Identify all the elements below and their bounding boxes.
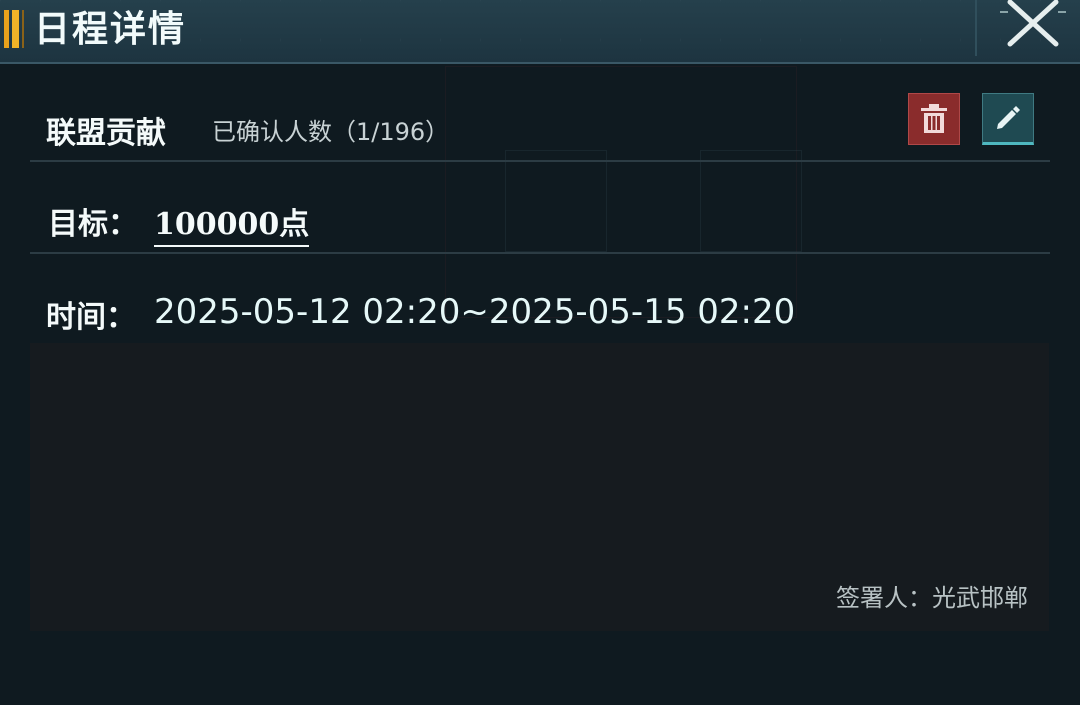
- signer-label: 签署人：光武邯郸: [836, 584, 1028, 612]
- header-accent: [4, 10, 24, 48]
- background-decoration: [505, 150, 607, 252]
- background-decoration: [700, 150, 802, 252]
- target-label: 目标：: [48, 207, 138, 242]
- pencil-icon: [997, 106, 1020, 129]
- delete-button[interactable]: [908, 93, 960, 145]
- confirmed-count: 已确认人数（1/196）: [212, 118, 450, 146]
- target-value: 100000点: [154, 199, 310, 247]
- dialog-header: 日程详情: [0, 0, 1080, 62]
- time-label: 时间：: [46, 300, 136, 335]
- section-divider: [30, 252, 1050, 254]
- close-button[interactable]: [1000, 0, 1066, 50]
- close-icon: [1000, 0, 1066, 47]
- trash-icon: [921, 104, 947, 133]
- event-name: 联盟贡献: [46, 116, 166, 151]
- section-divider: [30, 160, 1050, 162]
- edit-button[interactable]: [982, 93, 1034, 145]
- dialog-title: 日程详情: [34, 8, 187, 50]
- time-value: 2025-05-12 02:20~2025-05-15 02:20: [154, 292, 796, 332]
- header-divider: [975, 0, 977, 56]
